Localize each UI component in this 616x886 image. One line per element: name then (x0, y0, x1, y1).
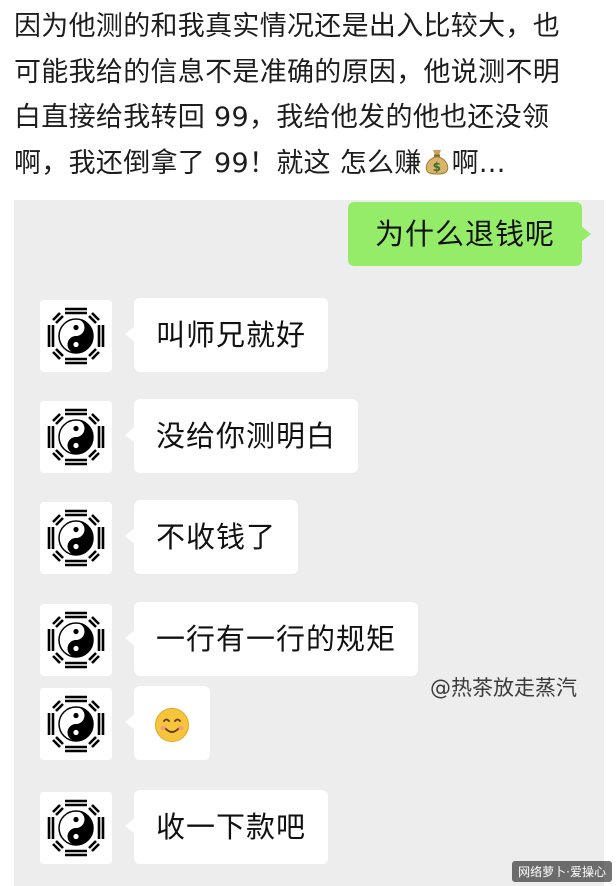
avatar[interactable] (40, 300, 112, 372)
intro-line-4-end: 啊... (451, 147, 506, 179)
intro-paragraph: 因为他测的和我真实情况还是出入比较大，也 可能我给的信息不是准确的原因，他说测不… (14, 4, 606, 186)
message-row: 不收钱了 (14, 500, 604, 580)
intro-line-4: 啊，我还倒拿了 99！就这 怎么赚 $ 啊... (14, 141, 606, 187)
avatar[interactable] (40, 688, 112, 760)
message-row: 叫师兄就好 (14, 298, 604, 378)
message-row: 收一下款吧 (14, 790, 604, 870)
bagua-yin-yang-icon (47, 799, 105, 857)
incoming-message-bubble: 叫师兄就好 (124, 298, 329, 372)
avatar[interactable] (40, 401, 112, 473)
avatar[interactable] (40, 502, 112, 574)
author-watermark: @热茶放走蒸汽 (430, 676, 577, 700)
avatar[interactable] (40, 604, 112, 676)
bagua-yin-yang-icon (47, 408, 105, 466)
screenshot: 因为他测的和我真实情况还是出入比较大，也 可能我给的信息不是准确的原因，他说测不… (0, 0, 616, 886)
incoming-emoji-bubble (125, 686, 210, 760)
bagua-yin-yang-icon (47, 695, 105, 753)
bagua-yin-yang-icon (47, 611, 105, 669)
intro-line-1: 因为他测的和我真实情况还是出入比较大，也 (14, 11, 560, 42)
incoming-message-bubble: 一行有一行的规矩 (124, 602, 419, 676)
intro-line-3: 白直接给我转回 99，我给他发的他也还没领 (14, 102, 550, 133)
incoming-message-bubble: 不收钱了 (124, 500, 299, 574)
message-row: 一行有一行的规矩 (14, 602, 604, 682)
avatar[interactable] (40, 792, 112, 864)
outgoing-message-bubble: 为什么退钱呢 (348, 202, 591, 266)
message-row: 没给你测明白 (14, 399, 604, 479)
incoming-message-bubble: 收一下款吧 (124, 790, 329, 864)
money-bag-icon: $ (425, 149, 448, 174)
corner-watermark: 网络萝卜·爱操心 (512, 861, 612, 882)
smiling-face-emoji-icon (155, 708, 189, 742)
svg-text:$: $ (432, 160, 441, 174)
bagua-yin-yang-icon (47, 307, 105, 365)
incoming-message-bubble: 没给你测明白 (124, 399, 359, 473)
bagua-yin-yang-icon (47, 509, 105, 567)
chat-window: 为什么退钱呢 叫师兄就好 没给你测明白 不收钱了 一行有一行的规矩 收一下款吧 (14, 200, 604, 886)
intro-line-2: 可能我给的信息不是准确的原因，他说测不明 (14, 56, 560, 88)
intro-line-4-text: 啊，我还倒拿了 99！就这 怎么赚 (14, 147, 422, 179)
